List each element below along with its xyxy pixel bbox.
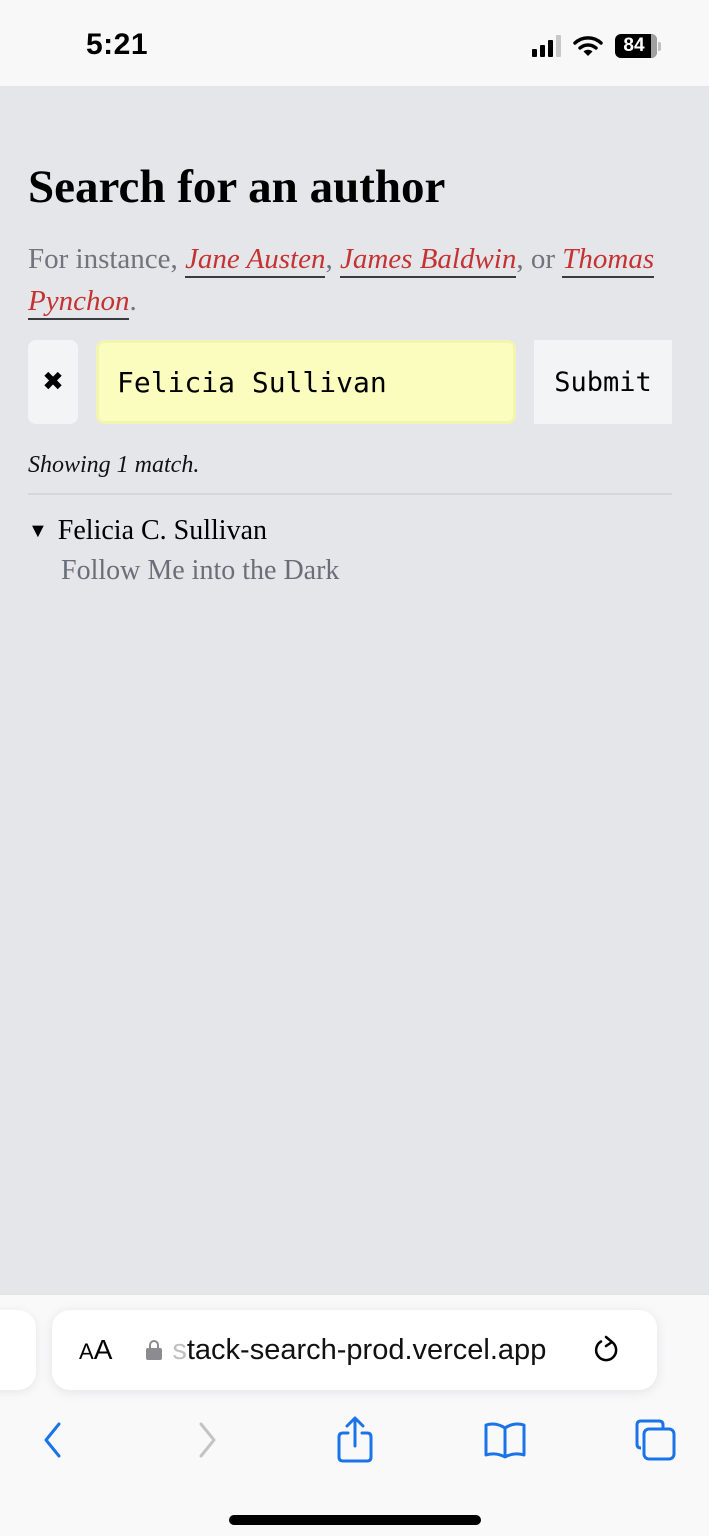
browser-toolbar: [0, 1415, 709, 1475]
intro-text: For instance, Jane Austen, James Baldwin…: [28, 238, 672, 322]
example-link-james-baldwin[interactable]: James Baldwin: [339, 243, 517, 278]
result-author-toggle[interactable]: ▼ Felicia C. Sullivan: [28, 515, 672, 547]
close-icon: ✖: [42, 367, 64, 397]
book-title: Follow Me into the Dark: [61, 555, 340, 586]
intro-suffix: .: [129, 285, 137, 317]
back-icon: [44, 1422, 61, 1458]
clear-button[interactable]: ✖: [28, 340, 78, 424]
forward-button[interactable]: [182, 1415, 232, 1465]
signal-icon: [532, 35, 561, 57]
intro-prefix: For instance,: [28, 243, 186, 275]
wifi-icon: [573, 36, 603, 56]
share-button[interactable]: [330, 1415, 380, 1465]
bookmarks-button[interactable]: [480, 1415, 530, 1465]
battery-icon: 84: [615, 34, 661, 58]
tabs-icon: [635, 1419, 676, 1461]
page-content: Search for an author For instance, Jane …: [28, 86, 672, 587]
previous-tab-preview[interactable]: [0, 1310, 36, 1390]
status-bar: 5:21 84: [0, 0, 709, 86]
disclosure-triangle-icon: ▼: [28, 519, 48, 542]
divider: [28, 493, 672, 495]
page-title: Search for an author: [28, 161, 446, 213]
example-link-jane-austen[interactable]: Jane Austen: [185, 243, 326, 278]
intro-sep: ,: [325, 243, 340, 275]
status-time: 5:21: [86, 28, 149, 61]
reader-settings-button[interactable]: AA: [79, 1334, 112, 1366]
result-item: ▼ Felicia C. Sullivan Follow Me into the…: [28, 515, 672, 587]
forward-icon: [199, 1422, 216, 1458]
home-indicator[interactable]: [229, 1515, 481, 1525]
battery-level: 84: [623, 35, 645, 56]
status-icons: 84: [532, 34, 661, 58]
intro-sep: , or: [516, 243, 563, 275]
search-form: ✖ Submit: [28, 340, 672, 424]
match-count: Showing 1 match.: [28, 452, 200, 478]
back-button[interactable]: [28, 1415, 78, 1465]
lock-icon: [146, 1340, 163, 1360]
browser-bottom-bar: AA stack-search-prod.vercel.app: [0, 1294, 709, 1536]
author-search-input[interactable]: [96, 340, 516, 424]
author-name: Felicia C. Sullivan: [57, 515, 268, 546]
url-text[interactable]: stack-search-prod.vercel.app: [172, 1334, 572, 1367]
bookmarks-icon: [484, 1422, 526, 1459]
address-bar[interactable]: AA stack-search-prod.vercel.app: [52, 1310, 657, 1390]
reload-icon[interactable]: [592, 1334, 622, 1366]
share-icon: [337, 1416, 373, 1463]
tabs-button[interactable]: [630, 1415, 680, 1465]
submit-button[interactable]: Submit: [534, 340, 672, 424]
